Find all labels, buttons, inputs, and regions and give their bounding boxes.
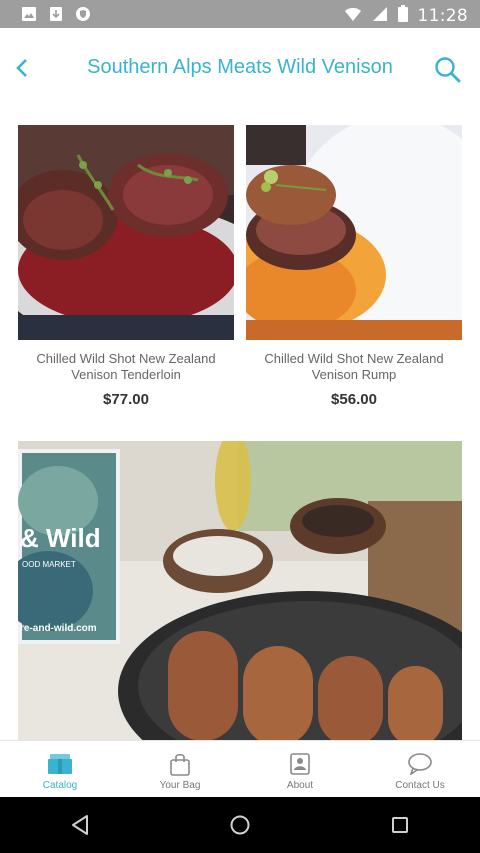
catalog-icon — [47, 751, 73, 777]
product-price: $56.00 — [331, 391, 377, 408]
tab-contact-us[interactable]: Contact Us — [360, 741, 480, 798]
product-grid: Chilled Wild Shot New Zealand Venison Te… — [0, 108, 480, 740]
tab-label: Your Bag — [159, 780, 201, 791]
home-icon — [230, 815, 250, 835]
tab-label: About — [286, 780, 314, 791]
page-title: Southern Alps Meats Wild Venison — [87, 56, 393, 78]
product-image[interactable] — [18, 125, 234, 340]
product-name: Chilled Wild Shot New Zealand Venison Te… — [36, 351, 216, 382]
product-name: Chilled Wild Shot New Zealand Venison Ru… — [264, 351, 444, 382]
back-button[interactable] — [8, 54, 36, 82]
download-icon — [47, 5, 64, 22]
svg-text:OOD MARKET: OOD MARKET — [22, 560, 76, 569]
app-bar: Southern Alps Meats Wild Venison — [0, 28, 480, 108]
about-icon — [287, 751, 313, 777]
search-icon — [435, 57, 461, 83]
image-icon — [20, 5, 37, 22]
product-card[interactable]: Chilled Wild Shot New Zealand Venison Te… — [18, 125, 234, 415]
tab-about[interactable]: About — [240, 741, 360, 798]
recents-icon — [392, 817, 408, 833]
battery-icon — [397, 5, 408, 27]
tab-your-bag[interactable]: Your Bag — [120, 741, 240, 798]
system-nav-bar — [0, 797, 480, 853]
product-price: $77.00 — [103, 391, 149, 408]
signal-icon — [372, 6, 388, 27]
wifi-icon — [344, 6, 362, 27]
nav-back-button[interactable] — [60, 805, 100, 845]
nav-home-button[interactable] — [220, 805, 260, 845]
nav-recents-button[interactable] — [380, 805, 420, 845]
back-icon — [72, 815, 88, 835]
chevron-left-icon — [16, 59, 27, 77]
svg-text:& Wild: & Wild — [20, 523, 101, 553]
search-button[interactable] — [432, 54, 464, 86]
shield-icon — [74, 5, 91, 22]
tab-catalog[interactable]: Catalog — [0, 741, 120, 798]
tab-label: Catalog — [42, 780, 78, 791]
status-bar: 11:28 — [0, 0, 480, 28]
product-image[interactable]: & Wild OOD MARKET re-and-wild.com — [18, 441, 462, 740]
bottom-tab-bar: Catalog Your Bag About Contact Us — [0, 740, 480, 798]
product-card[interactable]: Chilled Wild Shot New Zealand Venison Ru… — [246, 125, 462, 415]
tab-label: Contact Us — [395, 780, 445, 791]
product-card[interactable]: & Wild OOD MARKET re-and-wild.com — [18, 441, 462, 740]
svg-text:re-and-wild.com: re-and-wild.com — [20, 623, 97, 634]
product-image[interactable] — [246, 125, 462, 340]
bag-icon — [167, 751, 193, 777]
clock: 11:28 — [417, 6, 468, 26]
chat-icon — [407, 751, 433, 777]
